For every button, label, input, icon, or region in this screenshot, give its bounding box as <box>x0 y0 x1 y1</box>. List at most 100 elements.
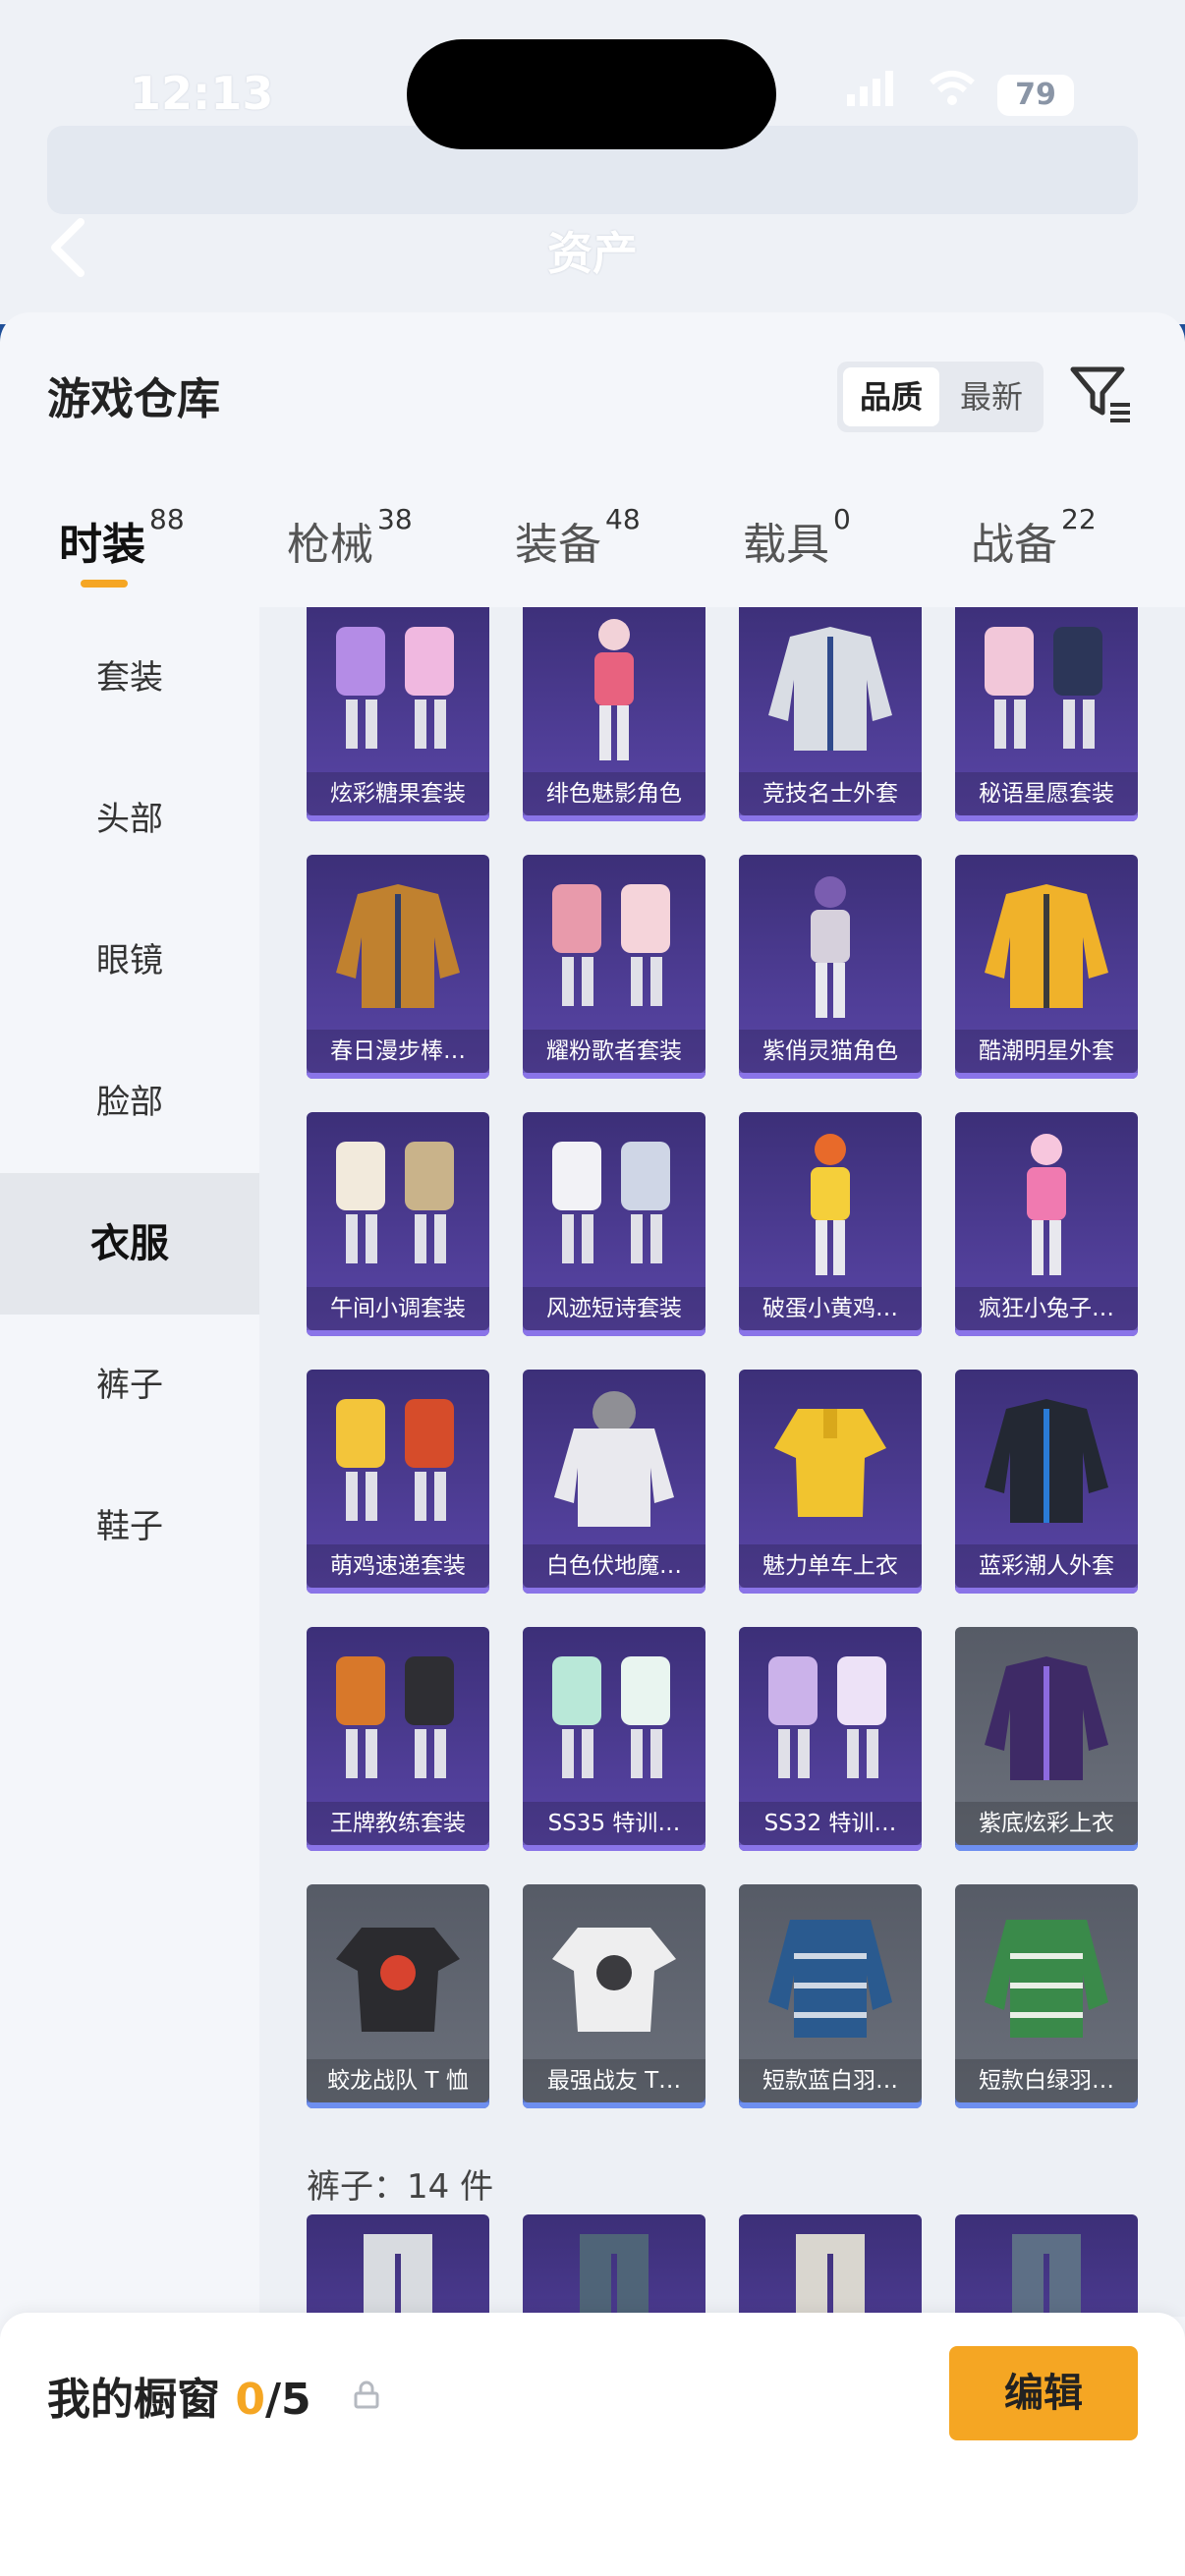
item-card[interactable] <box>739 2214 922 2317</box>
pants-icon <box>580 2234 649 2317</box>
item-card[interactable]: 紫俏灵猫角色 <box>739 855 922 1079</box>
battery-indicator: 79 <box>997 75 1074 116</box>
jacket-icon <box>985 1656 1108 1780</box>
warehouse-sheet: 游戏仓库 品质 最新 时装88 枪械38 装备48 载具0 战备22 套装 头部… <box>0 312 1185 2576</box>
item-card[interactable]: 耀粉歌者套装 <box>523 855 705 1079</box>
dynamic-island <box>407 39 776 149</box>
pants-icon <box>796 2234 865 2317</box>
outfit-set-icon <box>336 1399 454 1521</box>
jacket-icon <box>336 884 460 1008</box>
sort-toggle: 品质 最新 <box>837 362 1044 432</box>
item-name: 绯色魅影角色 <box>523 772 705 815</box>
sidebar-item-pants[interactable]: 裤子 <box>0 1315 259 1456</box>
tab-supplies[interactable]: 战备22 <box>971 503 1097 588</box>
section-label-pants: 裤子：14 件 <box>307 2167 494 2207</box>
item-card[interactable]: 魅力单车上衣 <box>739 1370 922 1594</box>
item-grid: 炫彩糖果套装 绯色魅影角色 竞技名士外套 秘语星愿套装春日漫步棒… 耀粉歌者套装 紫俏灵猫… <box>259 607 1185 2317</box>
item-card[interactable]: 短款白绿羽… <box>955 1884 1138 2108</box>
item-card[interactable] <box>955 2214 1138 2317</box>
item-card[interactable] <box>307 2214 489 2317</box>
showcase-label: 我的橱窗 0/5 <box>47 2364 311 2427</box>
item-card[interactable]: 紫底炫彩上衣 <box>955 1627 1138 1851</box>
item-card[interactable]: 蛟龙战队 T 恤 <box>307 1884 489 2108</box>
item-card[interactable]: 白色伏地魔… <box>523 1370 705 1594</box>
status-time: 12:13 <box>130 67 274 120</box>
item-card[interactable]: SS32 特训… <box>739 1627 922 1851</box>
sheet-title: 游戏仓库 <box>47 374 220 424</box>
outfit-set-icon <box>336 1142 454 1263</box>
filter-icon[interactable] <box>1069 362 1134 426</box>
jacket-icon <box>985 884 1108 1008</box>
item-name: 风迹短诗套装 <box>523 1287 705 1330</box>
item-card[interactable]: 竞技名士外套 <box>739 607 922 821</box>
item-card[interactable]: 炫彩糖果套装 <box>307 607 489 821</box>
sort-quality-button[interactable]: 品质 <box>843 367 939 426</box>
item-card[interactable]: 春日漫步棒… <box>307 855 489 1079</box>
item-name: 紫底炫彩上衣 <box>955 1802 1138 1845</box>
tab-guns[interactable]: 枪械38 <box>287 503 413 588</box>
edit-button[interactable]: 编辑 <box>949 2346 1138 2440</box>
item-card[interactable]: 绯色魅影角色 <box>523 607 705 821</box>
item-name: 秘语星愿套装 <box>955 772 1138 815</box>
signal-icon <box>845 69 894 117</box>
outfit-set-icon <box>552 1656 670 1778</box>
item-name: 破蛋小黄鸡… <box>739 1287 922 1330</box>
jacket-icon <box>985 1399 1108 1523</box>
item-card[interactable]: 午间小调套装 <box>307 1112 489 1336</box>
item-name: 白色伏地魔… <box>523 1544 705 1588</box>
character-icon <box>1027 1134 1066 1275</box>
lock-icon <box>352 2380 381 2409</box>
item-card[interactable]: SS35 特训… <box>523 1627 705 1851</box>
item-name: 最强战友 T… <box>523 2059 705 2102</box>
item-card[interactable]: 秘语星愿套装 <box>955 607 1138 821</box>
outfit-set-icon <box>768 1656 886 1778</box>
sidebar-item-glasses[interactable]: 眼镜 <box>0 890 259 1032</box>
item-name: 竞技名士外套 <box>739 772 922 815</box>
item-name: 蓝彩潮人外套 <box>955 1544 1138 1588</box>
character-icon <box>811 876 850 1018</box>
item-card[interactable] <box>523 2214 705 2317</box>
item-card[interactable]: 风迹短诗套装 <box>523 1112 705 1336</box>
item-card[interactable]: 酷潮明星外套 <box>955 855 1138 1079</box>
item-name: 短款白绿羽… <box>955 2059 1138 2102</box>
item-name: 疯狂小兔子… <box>955 1287 1138 1330</box>
character-icon <box>811 1134 850 1275</box>
item-name: SS35 特训… <box>523 1802 705 1845</box>
item-name: 耀粉歌者套装 <box>523 1030 705 1073</box>
item-card[interactable]: 疯狂小兔子… <box>955 1112 1138 1336</box>
item-name: 王牌教练套装 <box>307 1802 489 1845</box>
item-name: 魅力单车上衣 <box>739 1544 922 1588</box>
sidebar-item-sets[interactable]: 套装 <box>0 607 259 749</box>
item-name: 萌鸡速递套装 <box>307 1544 489 1588</box>
tab-equipment[interactable]: 装备48 <box>515 503 641 588</box>
sidebar-item-face[interactable]: 脸部 <box>0 1032 259 1173</box>
wifi-icon <box>928 69 977 117</box>
hoodie-icon <box>554 1391 674 1527</box>
sidebar-item-clothes[interactable]: 衣服 <box>0 1173 259 1315</box>
tshirt-icon <box>552 1928 676 2032</box>
item-card[interactable]: 萌鸡速递套装 <box>307 1370 489 1594</box>
item-name: 蛟龙战队 T 恤 <box>307 2059 489 2102</box>
outfit-set-icon <box>336 627 454 749</box>
sidebar-item-head[interactable]: 头部 <box>0 749 259 890</box>
sidebar-item-shoes[interactable]: 鞋子 <box>0 1456 259 1597</box>
item-card[interactable]: 破蛋小黄鸡… <box>739 1112 922 1336</box>
down-jacket-icon <box>768 1920 892 2038</box>
showcase-count: 0 <box>235 2375 265 2425</box>
sort-newest-button[interactable]: 最新 <box>943 367 1040 426</box>
item-card[interactable]: 最强战友 T… <box>523 1884 705 2108</box>
item-card[interactable]: 蓝彩潮人外套 <box>955 1370 1138 1594</box>
item-name: 春日漫步棒… <box>307 1030 489 1073</box>
page-title: 资产 <box>547 227 638 280</box>
item-card[interactable]: 王牌教练套装 <box>307 1627 489 1851</box>
category-sidebar: 套装 头部 眼镜 脸部 衣服 裤子 鞋子 <box>0 607 259 2576</box>
shirt-icon <box>774 1409 886 1517</box>
item-name: 短款蓝白羽… <box>739 2059 922 2102</box>
tab-vehicles[interactable]: 载具0 <box>743 503 851 588</box>
outfit-set-icon <box>985 627 1102 749</box>
tab-fashion[interactable]: 时装88 <box>59 503 185 588</box>
item-name: 炫彩糖果套装 <box>307 772 489 815</box>
pants-icon <box>1012 2234 1081 2317</box>
item-name: 酷潮明星外套 <box>955 1030 1138 1073</box>
item-card[interactable]: 短款蓝白羽… <box>739 1884 922 2108</box>
